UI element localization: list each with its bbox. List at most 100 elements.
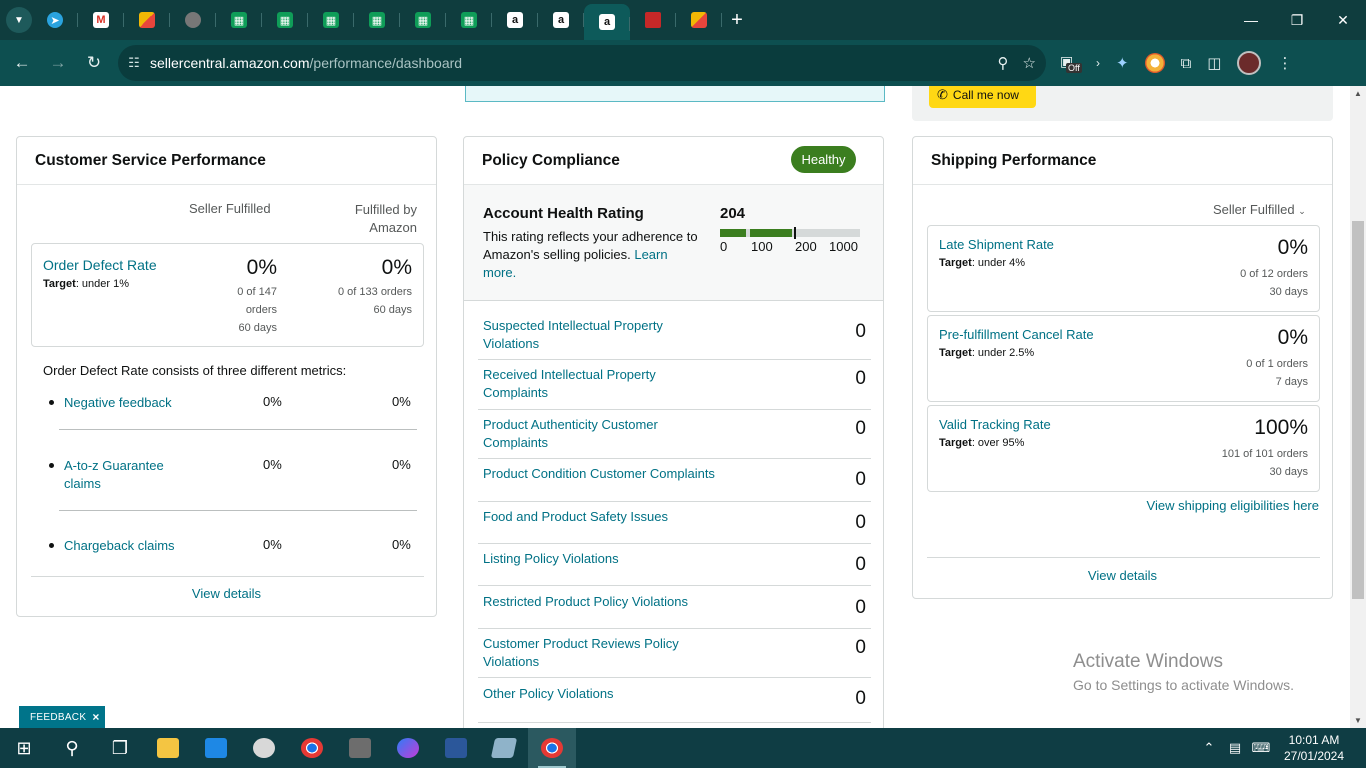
keyboard-icon[interactable]: ⌨ <box>1248 740 1274 756</box>
sheets-icon: ▦ <box>415 12 431 28</box>
chrome-icon[interactable] <box>288 728 336 768</box>
ahr-tick: 200 <box>795 239 817 254</box>
shipping-eligibilities-link[interactable]: View shipping eligibilities here <box>1147 498 1319 513</box>
tab-sheets-1[interactable]: ▦ <box>216 0 262 40</box>
policy-row-link[interactable]: Listing Policy Violations <box>483 550 713 568</box>
fulfillment-selector[interactable]: Seller Fulfilled ⌄ <box>1213 202 1306 217</box>
bookmark-star-icon[interactable]: ☆ <box>1023 54 1036 72</box>
tab-sheets-6[interactable]: ▦ <box>446 0 492 40</box>
policy-row-link[interactable]: Received Intellectual Property Complaint… <box>483 366 713 402</box>
shipping-metric-box: Valid Tracking Rate Target: over 95% 100… <box>927 405 1320 492</box>
avatar[interactable] <box>1237 51 1262 75</box>
store-icon[interactable] <box>192 728 240 768</box>
metric-sf-value: 0% <box>263 457 282 472</box>
call-me-now-button[interactable]: ✆ Call me now <box>929 86 1036 108</box>
view-details-link[interactable]: View details <box>913 568 1332 583</box>
tab-globe[interactable] <box>170 0 216 40</box>
valid-tracking-rate-link[interactable]: Valid Tracking Rate <box>939 417 1051 432</box>
chevron-up-icon[interactable]: ⌃ <box>1196 740 1222 756</box>
gmail-icon: M <box>93 12 109 28</box>
file-explorer-icon[interactable] <box>144 728 192 768</box>
policy-row-link[interactable]: Suspected Intellectual Property Violatio… <box>483 317 713 353</box>
notification-icon[interactable]: ▤ <box>1222 740 1248 756</box>
back-arrow-icon[interactable]: ← <box>4 45 40 81</box>
metric-target: Target: under 2.5% <box>939 347 1035 359</box>
messenger-icon[interactable] <box>384 728 432 768</box>
a-to-z-claims-link[interactable]: A-to-z Guarantee claims <box>64 457 184 493</box>
tab-zapier[interactable] <box>124 0 170 40</box>
order-defect-rate-box: Order Defect Rate Target: under 1% 0% 0 … <box>31 243 424 347</box>
policy-row-link[interactable]: Product Condition Customer Complaints <box>483 465 783 483</box>
policy-row-link[interactable]: Food and Product Safety Issues <box>483 508 713 526</box>
tab-sheets-5[interactable]: ▦ <box>400 0 446 40</box>
zoom-search-icon[interactable]: ⚲ <box>998 54 1009 72</box>
new-tab-plus-icon[interactable]: + <box>722 9 752 32</box>
close-icon[interactable]: ✕ <box>1320 0 1366 40</box>
order-defect-rate-link[interactable]: Order Defect Rate <box>43 257 157 273</box>
metric-detail: 0 of 1 orders 7 days <box>1246 358 1308 388</box>
page-scrollbar[interactable]: ▲ ▼ <box>1350 86 1366 728</box>
extension-arrow-icon[interactable]: › <box>1096 56 1100 70</box>
negative-feedback-link[interactable]: Negative feedback <box>64 394 184 412</box>
calculator-icon[interactable] <box>336 728 384 768</box>
clock[interactable]: 10:01 AM 27/01/2024 <box>1274 732 1354 764</box>
sidebar-toggle-icon[interactable]: ◫ <box>1207 54 1221 72</box>
scroll-down-icon[interactable]: ▼ <box>1350 716 1366 725</box>
odr-fba-detail: 0 of 133 orders 60 days <box>338 286 412 316</box>
url-input[interactable]: ☷ sellercentral.amazon.com/performance/d… <box>118 45 1046 81</box>
close-icon[interactable]: × <box>92 710 99 724</box>
metric-sf-value: 0% <box>263 537 282 552</box>
column-header-fba-line2: Amazon <box>369 220 417 235</box>
pre-fulfillment-cancel-rate-link[interactable]: Pre-fulfillment Cancel Rate <box>939 327 1094 342</box>
window-controls: — ❐ ✕ <box>1228 0 1366 40</box>
snipping-tool-icon[interactable] <box>240 728 288 768</box>
windows-start-icon[interactable]: ⊞ <box>0 728 48 768</box>
late-shipment-rate-link[interactable]: Late Shipment Rate <box>939 237 1054 252</box>
policy-row-link[interactable]: Product Authenticity Customer Complaints <box>483 416 713 452</box>
task-view-icon[interactable]: ❐ <box>96 728 144 768</box>
forward-arrow-icon[interactable]: → <box>40 45 76 81</box>
menu-kebab-icon[interactable]: ⋮ <box>1277 54 1292 72</box>
tab-gmail[interactable]: M <box>78 0 124 40</box>
reload-icon[interactable]: ↻ <box>76 45 112 81</box>
tab-amazon-active[interactable]: a <box>584 4 630 40</box>
minimize-icon[interactable]: — <box>1228 0 1274 40</box>
policy-row-link[interactable]: Restricted Product Policy Violations <box>483 593 743 611</box>
feedback-label: FEEDBACK <box>30 711 87 723</box>
bar-segment <box>720 229 746 237</box>
feedback-button[interactable]: FEEDBACK × <box>19 706 105 728</box>
search-icon[interactable]: ⚲ <box>48 728 96 768</box>
tab-telegram[interactable]: ➤ <box>32 0 78 40</box>
extension-circle-icon[interactable] <box>1144 53 1165 73</box>
extension-puzzle-blue-icon[interactable]: ✦ <box>1116 54 1129 72</box>
scrollbar-thumb[interactable] <box>1352 221 1364 599</box>
tab-sheets-4[interactable]: ▦ <box>354 0 400 40</box>
tab-amazon-2[interactable]: a <box>538 0 584 40</box>
tab-zapier-2[interactable] <box>676 0 722 40</box>
tab-sheets-2[interactable]: ▦ <box>262 0 308 40</box>
extensions-puzzle-icon[interactable]: ⧉ <box>1181 55 1192 72</box>
sheets-icon: ▦ <box>369 12 385 28</box>
app-logo-icon <box>691 12 707 28</box>
restore-icon[interactable]: ❐ <box>1274 0 1320 40</box>
site-info-icon[interactable]: ☷ <box>118 55 150 71</box>
metric-target: Target: under 4% <box>939 257 1026 269</box>
shipping-metric-box: Pre-fulfillment Cancel Rate Target: unde… <box>927 315 1320 402</box>
scroll-up-icon[interactable]: ▲ <box>1350 89 1366 98</box>
extension-off-icon[interactable]: ▣ Off <box>1060 53 1082 73</box>
policy-row-link[interactable]: Other Policy Violations <box>483 685 713 703</box>
browser-tab-strip: ▼ ➤ M ▦ ▦ ▦ ▦ ▦ ▦ a a a + — ❐ ✕ <box>0 0 1366 40</box>
tab-amazon-1[interactable]: a <box>492 0 538 40</box>
app-logo-icon <box>645 12 661 28</box>
chargeback-claims-link[interactable]: Chargeback claims <box>64 537 184 555</box>
tab-red-app[interactable] <box>630 0 676 40</box>
view-details-link[interactable]: View details <box>17 586 436 601</box>
app-icon[interactable] <box>480 728 528 768</box>
chrome-active-icon[interactable] <box>528 728 576 768</box>
word-icon[interactable] <box>432 728 480 768</box>
watermark-subtitle: Go to Settings to activate Windows. <box>1073 677 1294 693</box>
tab-sheets-3[interactable]: ▦ <box>308 0 354 40</box>
tab-search-chevron-icon[interactable]: ▼ <box>6 7 32 33</box>
policy-row-link[interactable]: Customer Product Reviews Policy Violatio… <box>483 635 713 671</box>
policy-row: Restricted Product Policy Violations 0 <box>478 586 871 629</box>
